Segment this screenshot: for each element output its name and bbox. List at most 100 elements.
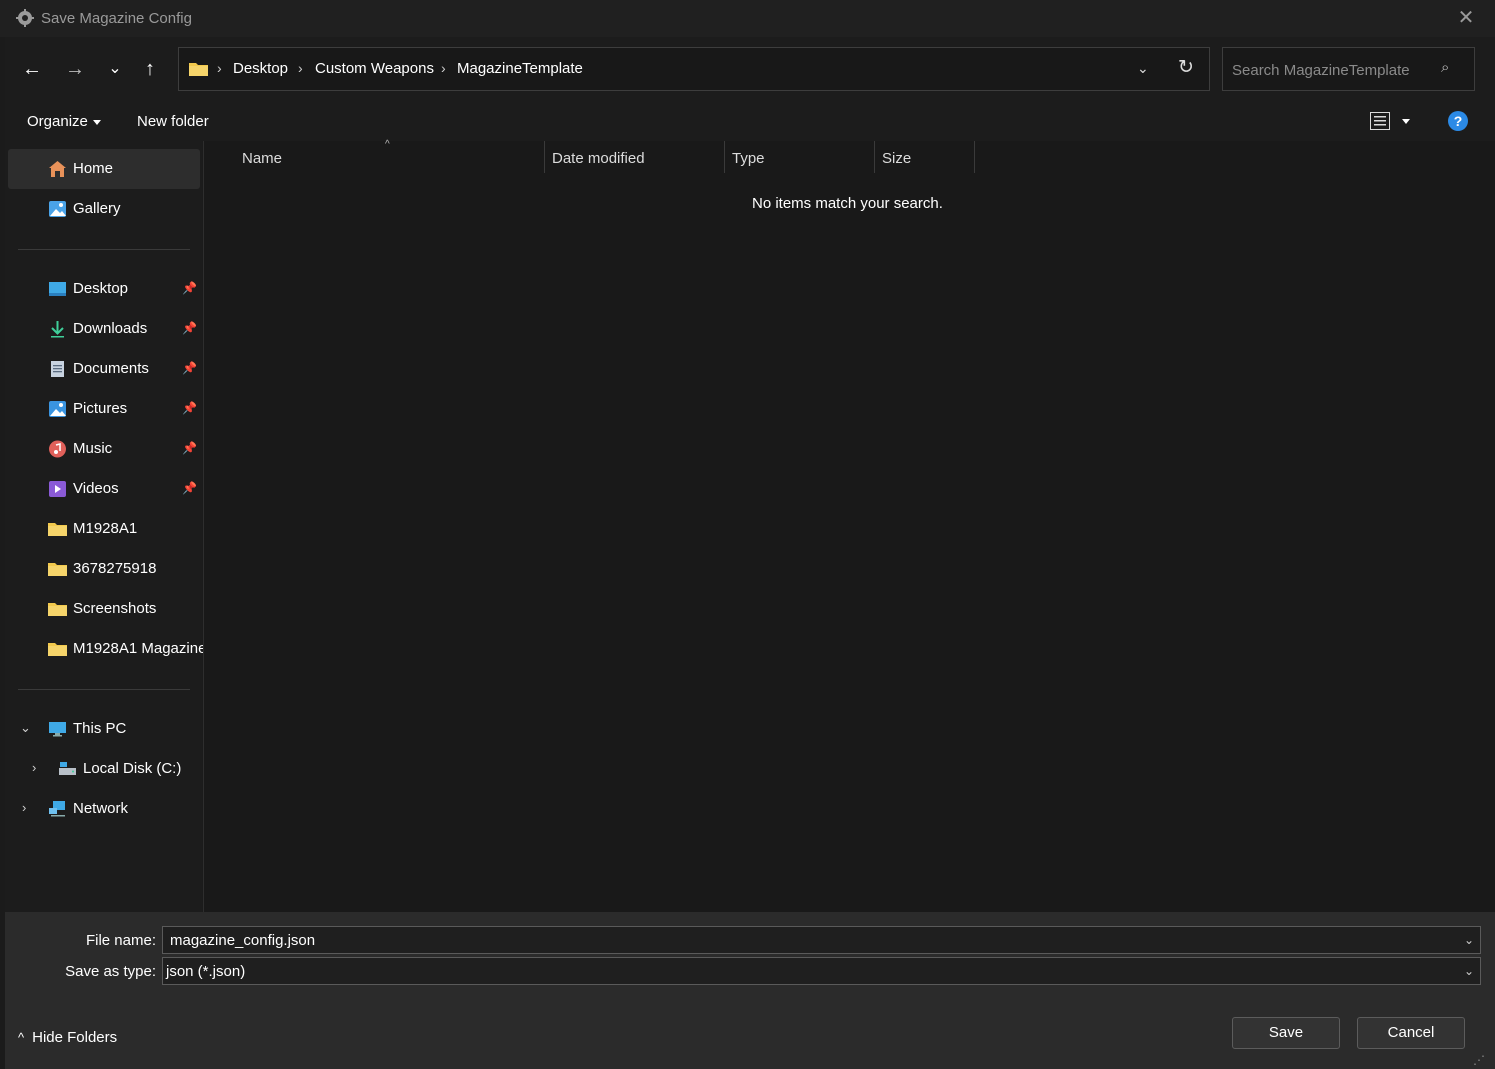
chevron-up-icon: ^: [18, 1030, 25, 1045]
document-icon: [51, 361, 64, 377]
search-input[interactable]: [1232, 59, 1437, 81]
sort-ascending-icon: ^: [385, 139, 390, 150]
videos-icon: [49, 481, 66, 497]
new-folder-button[interactable]: New folder: [137, 113, 209, 130]
file-list-area[interactable]: [204, 141, 1495, 912]
sidebar-item-local-disk[interactable]: › Local Disk (C:): [8, 749, 200, 789]
chevron-down-icon[interactable]: ⌄: [20, 720, 31, 736]
app-gear-icon: [16, 9, 34, 27]
search-box[interactable]: ⌕: [1222, 47, 1475, 91]
view-details-icon[interactable]: [1370, 112, 1390, 130]
column-header-type[interactable]: Type: [732, 150, 765, 167]
sidebar-item-label: M1928A1 Magazine: [73, 640, 203, 657]
column-header-size[interactable]: Size: [882, 150, 911, 167]
breadcrumb-separator: ›: [217, 60, 222, 76]
organize-label: Organize: [27, 113, 88, 130]
chevron-right-icon[interactable]: ›: [22, 800, 26, 815]
search-icon[interactable]: ⌕: [1441, 59, 1449, 76]
sidebar-item-folder[interactable]: Screenshots: [8, 589, 200, 629]
sidebar-item-videos[interactable]: Videos 📌: [8, 469, 200, 509]
network-icon: [49, 801, 65, 817]
folder-icon: [48, 643, 67, 656]
back-arrow-icon[interactable]: ←: [17, 58, 47, 80]
sidebar-item-label: M1928A1: [73, 520, 138, 537]
folder-icon: [48, 563, 67, 576]
cancel-button[interactable]: Cancel: [1357, 1017, 1465, 1049]
save-as-type-label: Save as type:: [65, 963, 156, 980]
view-options-caret-icon[interactable]: [1402, 119, 1410, 124]
sidebar-item-label: Network: [73, 800, 129, 817]
empty-results-message: No items match your search.: [752, 195, 943, 212]
home-icon: [49, 161, 66, 177]
music-icon: [49, 440, 66, 458]
sidebar-item-home[interactable]: Home: [8, 149, 200, 189]
column-header-date-modified[interactable]: Date modified: [552, 150, 645, 167]
column-divider[interactable]: [724, 141, 725, 173]
command-bar: [5, 101, 1495, 141]
save-as-type-select[interactable]: json (*.json) ⌄: [162, 957, 1481, 985]
sidebar-item-downloads[interactable]: Downloads 📌: [8, 309, 200, 349]
sidebar-item-folder[interactable]: 3678275918: [8, 549, 200, 589]
forward-arrow-icon[interactable]: →: [60, 58, 90, 80]
window-title: Save Magazine Config: [41, 10, 192, 27]
breadcrumb-separator: ›: [298, 60, 303, 76]
sidebar-item-pictures[interactable]: Pictures 📌: [8, 389, 200, 429]
pictures-icon: [49, 401, 66, 417]
column-divider[interactable]: [544, 141, 545, 173]
save-as-type-value: json (*.json): [166, 963, 246, 980]
help-icon[interactable]: ?: [1448, 111, 1468, 131]
file-name-value[interactable]: magazine_config.json: [170, 932, 315, 949]
sidebar-item-gallery[interactable]: Gallery: [8, 189, 200, 229]
folder-icon: [48, 603, 67, 616]
pin-icon[interactable]: 📌: [182, 361, 197, 375]
sidebar-item-label: 3678275918: [73, 560, 157, 577]
sidebar-item-label: Screenshots: [73, 600, 157, 617]
pin-icon[interactable]: 📌: [182, 401, 197, 415]
sidebar-item-desktop[interactable]: Desktop 📌: [8, 269, 200, 309]
sidebar-divider: [18, 689, 190, 690]
folder-icon: [189, 63, 208, 76]
up-arrow-icon[interactable]: ↑: [135, 58, 165, 80]
caret-down-icon: [92, 119, 101, 125]
hide-folders-button[interactable]: ^ Hide Folders: [18, 1029, 117, 1046]
save-button[interactable]: Save: [1232, 1017, 1340, 1049]
address-dropdown-chevron-icon[interactable]: ⌄: [1137, 60, 1149, 77]
sidebar-item-network[interactable]: › Network: [8, 789, 200, 829]
pin-icon[interactable]: 📌: [182, 321, 197, 335]
title-bar: [0, 0, 1495, 37]
breadcrumb-desktop[interactable]: Desktop: [233, 60, 288, 77]
sidebar-item-music[interactable]: Music 📌: [8, 429, 200, 469]
refresh-icon[interactable]: ↻: [1178, 56, 1194, 79]
close-icon[interactable]: ✕: [1452, 6, 1480, 32]
recent-locations-chevron-icon[interactable]: ⌄: [100, 58, 130, 80]
pc-icon: [49, 722, 66, 737]
sidebar-item-documents[interactable]: Documents 📌: [8, 349, 200, 389]
resize-grip-icon[interactable]: ⋰: [1473, 1053, 1485, 1067]
folder-icon: [48, 523, 67, 536]
organize-button[interactable]: Organize: [27, 113, 101, 130]
download-icon: [51, 321, 64, 338]
file-name-label: File name:: [85, 932, 156, 949]
sidebar-item-folder[interactable]: M1928A1: [8, 509, 200, 549]
desktop-icon: [49, 282, 66, 296]
sidebar-item-folder[interactable]: M1928A1 Magazine: [8, 629, 203, 669]
pin-icon[interactable]: 📌: [182, 281, 197, 295]
sidebar-item-this-pc[interactable]: ⌄ This PC: [8, 709, 200, 749]
column-divider[interactable]: [874, 141, 875, 173]
pin-icon[interactable]: 📌: [182, 481, 197, 495]
chevron-right-icon[interactable]: ›: [32, 760, 36, 775]
breadcrumb-separator: ›: [441, 60, 446, 76]
sidebar-divider: [18, 249, 190, 250]
chevron-down-icon[interactable]: ⌄: [1464, 933, 1474, 947]
column-header-name[interactable]: Name: [242, 150, 282, 167]
file-name-combobox[interactable]: magazine_config.json ⌄: [162, 926, 1481, 954]
column-divider[interactable]: [974, 141, 975, 173]
address-bar[interactable]: › Desktop › Custom Weapons › MagazineTem…: [178, 47, 1210, 91]
pin-icon[interactable]: 📌: [182, 441, 197, 455]
gallery-icon: [49, 201, 66, 217]
disk-icon: [59, 762, 76, 775]
breadcrumb-custom-weapons[interactable]: Custom Weapons: [315, 60, 434, 77]
breadcrumb-magazinetemplate[interactable]: MagazineTemplate: [457, 60, 583, 77]
chevron-down-icon[interactable]: ⌄: [1464, 964, 1474, 978]
sidebar-item-label: This PC: [73, 720, 127, 737]
